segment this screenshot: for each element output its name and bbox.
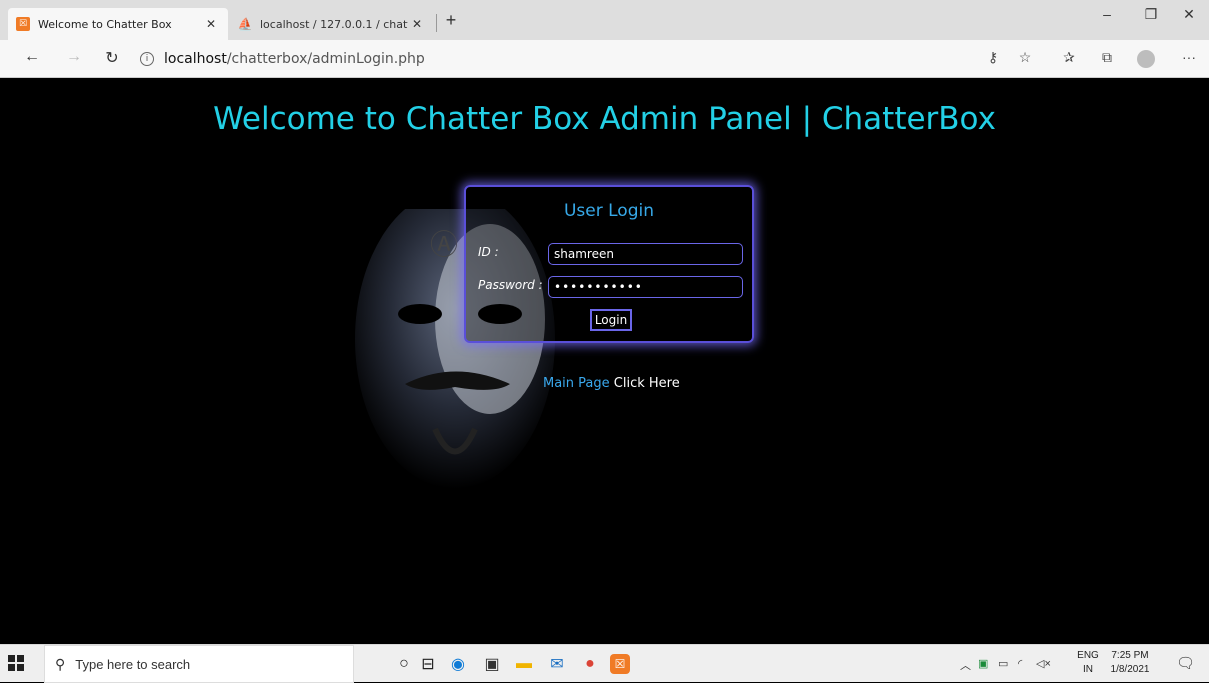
url-host: localhost <box>164 51 227 67</box>
lang-bottom: IN <box>1083 664 1093 675</box>
page-content: Ⓐ Welcome to Chatter Box Admin Panel | C… <box>0 79 1209 644</box>
password-field[interactable]: ••••••••••• <box>548 276 743 298</box>
store-icon[interactable]: ▣ <box>480 652 504 676</box>
password-label: Password : <box>478 278 543 292</box>
id-field[interactable]: shamreen <box>548 243 743 265</box>
key-icon[interactable]: ⚷ <box>982 49 1004 66</box>
tab-welcome[interactable]: ☒ Welcome to Chatter Box ✕ <box>8 8 228 40</box>
xampp-taskbar-icon[interactable]: ☒ <box>610 654 630 674</box>
minimize-button[interactable]: – <box>1092 6 1122 22</box>
search-icon: ⚲ <box>55 655 66 672</box>
main-page-link[interactable]: Main Page <box>543 376 610 391</box>
show-hidden-icons-chevron-icon[interactable]: ︿ <box>960 657 971 673</box>
cortana-icon[interactable]: ○ <box>392 652 416 676</box>
forward-arrow-icon[interactable]: → <box>62 48 86 66</box>
tab-title: Welcome to Chatter Box <box>38 17 172 31</box>
refresh-icon[interactable]: ↻ <box>100 48 124 68</box>
window-close-button[interactable]: ✕ <box>1174 6 1204 23</box>
notification-icon[interactable]: 🗨 <box>1176 654 1195 672</box>
chrome-icon[interactable]: ● <box>578 652 602 676</box>
page-title: Welcome to Chatter Box Admin Panel | Cha… <box>213 101 996 137</box>
clock-time: 7:25 PM <box>1111 650 1149 661</box>
login-panel: User Login ID : shamreen Password : ••••… <box>464 185 754 343</box>
main-page-line: Main Page Click Here <box>543 376 680 391</box>
maximize-button[interactable]: ❐ <box>1136 6 1166 23</box>
tray-app-icon[interactable]: ▣ <box>978 657 988 670</box>
taskbar: ⚲ Type here to search ○ ⊟ ◉ ▣ ▬ ✉ ● ☒ ︿ … <box>0 644 1209 683</box>
tab-close-icon[interactable]: ✕ <box>202 17 220 31</box>
wifi-icon[interactable]: ◜ <box>1018 657 1022 670</box>
volume-icon[interactable]: ◁× <box>1036 657 1051 670</box>
address-bar-row: ← → ↻ i localhost/chatterbox/adminLogin.… <box>0 40 1209 78</box>
click-here-text: Click Here <box>613 376 680 391</box>
login-button[interactable]: Login <box>590 309 632 331</box>
more-menu-icon[interactable]: ··· <box>1178 49 1200 65</box>
task-view-icon[interactable]: ⊟ <box>416 652 440 676</box>
mail-icon[interactable]: ✉ <box>545 652 569 676</box>
login-title: User Login <box>563 201 654 221</box>
search-placeholder: Type here to search <box>75 656 191 672</box>
collections-icon[interactable]: ⧉ <box>1096 49 1118 66</box>
clock[interactable]: 7:25 PM 1/8/2021 <box>1105 649 1155 677</box>
taskbar-search-box[interactable]: ⚲ Type here to search <box>44 645 354 683</box>
address-bar[interactable]: i localhost/chatterbox/adminLogin.php <box>140 47 425 71</box>
language-indicator[interactable]: ENG IN <box>1077 649 1099 677</box>
id-label: ID : <box>478 245 499 259</box>
back-arrow-icon[interactable]: ← <box>20 48 44 66</box>
url-path: /chatterbox/adminLogin.php <box>226 51 425 67</box>
lang-top: ENG <box>1077 650 1099 661</box>
info-icon[interactable]: i <box>140 52 154 66</box>
file-explorer-icon[interactable]: ▬ <box>512 652 536 676</box>
tab-close-icon[interactable]: ✕ <box>408 17 426 31</box>
svg-text:Ⓐ: Ⓐ <box>430 228 458 261</box>
favorite-star-icon[interactable]: ☆ <box>1014 49 1036 66</box>
profile-avatar[interactable] <box>1137 50 1155 68</box>
tab-title: localhost / 127.0.0.1 / chatterbo <box>260 17 408 31</box>
battery-icon[interactable]: ▭ <box>998 657 1008 670</box>
phpmyadmin-icon: ⛵ <box>237 17 253 31</box>
favorites-list-icon[interactable]: ✰ <box>1058 49 1080 66</box>
tab-phpmyadmin[interactable]: ⛵ localhost / 127.0.0.1 / chatterbo ✕ <box>232 8 432 40</box>
edge-icon[interactable]: ◉ <box>446 652 470 676</box>
tab-strip: ☒ Welcome to Chatter Box ✕ ⛵ localhost /… <box>0 0 1209 40</box>
tab-divider <box>436 14 437 32</box>
clock-date: 1/8/2021 <box>1110 664 1150 675</box>
windows-start-icon[interactable] <box>8 655 24 671</box>
new-tab-button[interactable]: + <box>440 10 462 31</box>
xampp-icon: ☒ <box>16 17 30 31</box>
